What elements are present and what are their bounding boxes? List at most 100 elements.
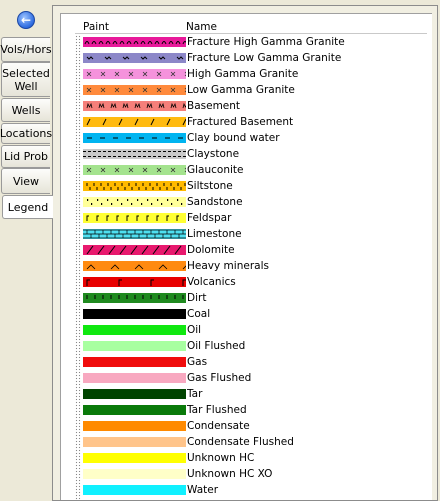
legend-row[interactable]: High Gamma Granite — [83, 67, 423, 83]
legend-row[interactable]: Coal — [83, 307, 423, 323]
paint-swatch[interactable] — [83, 357, 186, 367]
legend-row[interactable]: Fracture Low Gamma Granite — [83, 51, 423, 67]
paint-swatch[interactable] — [83, 117, 186, 127]
tab-legend[interactable]: Legend — [2, 195, 53, 219]
paint-swatch[interactable] — [83, 341, 186, 351]
legend-item-name: Siltstone — [187, 180, 233, 192]
legend-item-name: Heavy minerals — [187, 260, 269, 272]
legend-row[interactable]: Gas — [83, 355, 423, 371]
paint-swatch[interactable] — [83, 453, 186, 463]
legend-row[interactable]: Gas Flushed — [83, 371, 423, 387]
legend-row[interactable]: Fracture High Gamma Granite — [83, 35, 423, 51]
paint-swatch[interactable] — [83, 469, 186, 479]
legend-item-name: Dirt — [187, 292, 207, 304]
legend-item-name: Tar Flushed — [187, 404, 247, 416]
legend-item-name: Oil — [187, 324, 202, 336]
paint-swatch[interactable] — [83, 437, 186, 447]
legend-header: Paint Name — [61, 14, 432, 34]
legend-row[interactable]: Claystone — [83, 147, 423, 163]
paint-swatch[interactable] — [83, 405, 186, 415]
paint-swatch[interactable] — [83, 69, 186, 79]
legend-row[interactable]: Sandstone — [83, 195, 423, 211]
paint-swatch[interactable] — [83, 197, 186, 207]
legend-row[interactable]: Basement — [83, 99, 423, 115]
legend-row[interactable]: Siltstone — [83, 179, 423, 195]
legend-panel: Paint Name Fracture High Gamma Granite Fr… — [52, 5, 438, 501]
paint-swatch[interactable] — [83, 373, 186, 383]
legend-item-name: Unknown HC XO — [187, 468, 273, 480]
legend-item-name: Condensate — [187, 420, 250, 432]
legend-item-name: Sandstone — [187, 196, 243, 208]
paint-swatch[interactable] — [83, 165, 186, 175]
paint-swatch[interactable] — [83, 485, 186, 495]
paint-swatch[interactable] — [83, 213, 186, 223]
sidebar: ← Vols/Hors Selected Well Wells Locations Li… — [0, 0, 53, 501]
paint-swatch[interactable] — [83, 37, 186, 47]
legend-item-name: Low Gamma Granite — [187, 84, 295, 96]
legend-row[interactable]: Condensate Flushed — [83, 435, 423, 451]
paint-swatch[interactable] — [83, 149, 186, 159]
tab-lid-prob[interactable]: Lid Prob — [1, 145, 50, 168]
paint-column-header: Paint — [83, 21, 109, 33]
paint-swatch[interactable] — [83, 53, 186, 63]
paint-swatch[interactable] — [83, 325, 186, 335]
tab-selected-well[interactable]: Selected Well — [1, 62, 50, 97]
paint-swatch[interactable] — [83, 277, 186, 287]
legend-item-name: Glauconite — [187, 164, 244, 176]
legend-item-name: Basement — [187, 100, 241, 112]
paint-swatch[interactable] — [83, 245, 186, 255]
paint-swatch[interactable] — [83, 309, 186, 319]
legend-item-name: Fracture Low Gamma Granite — [187, 52, 342, 64]
legend-item-name: Gas — [187, 356, 208, 368]
paint-swatch[interactable] — [83, 101, 186, 111]
legend-item-name: Oil Flushed — [187, 340, 246, 352]
legend-item-name: Coal — [187, 308, 211, 320]
legend-item-name: Tar — [187, 388, 203, 400]
paint-swatch[interactable] — [83, 261, 186, 271]
legend-item-name: Claystone — [187, 148, 240, 160]
legend-item-name: Feldspar — [187, 212, 232, 224]
header-divider — [75, 33, 427, 34]
legend-item-name: Dolomite — [187, 244, 235, 256]
paint-swatch[interactable] — [83, 85, 186, 95]
legend-list[interactable]: Paint Name Fracture High Gamma Granite Fr… — [60, 13, 432, 500]
legend-row[interactable]: Heavy minerals — [83, 259, 423, 275]
paint-swatch[interactable] — [83, 229, 186, 239]
tab-view[interactable]: View — [1, 168, 50, 194]
legend-row[interactable]: Condensate — [83, 419, 423, 435]
legend-row[interactable]: Volcanics — [83, 275, 423, 291]
paint-swatch[interactable] — [83, 181, 186, 191]
legend-item-name: Condensate Flushed — [187, 436, 294, 448]
tab-vols-hors[interactable]: Vols/Hors — [0, 37, 52, 62]
name-column-header: Name — [186, 21, 217, 33]
legend-row[interactable]: Dolomite — [83, 243, 423, 259]
legend-row[interactable]: Unknown HC — [83, 451, 423, 467]
paint-swatch[interactable] — [83, 133, 186, 143]
tab-locations[interactable]: Locations — [0, 123, 52, 144]
legend-row[interactable]: Tar — [83, 387, 423, 403]
legend-row[interactable]: Oil Flushed — [83, 339, 423, 355]
legend-item-name: Fractured Basement — [187, 116, 294, 128]
legend-row[interactable]: Fractured Basement — [83, 115, 423, 131]
paint-swatch[interactable] — [83, 293, 186, 303]
legend-item-name: Clay bound water — [187, 132, 280, 144]
tab-wells[interactable]: Wells — [1, 98, 50, 122]
legend-row[interactable]: Unknown HC XO — [83, 467, 423, 483]
legend-item-name: Limestone — [187, 228, 242, 240]
legend-row[interactable]: Oil — [83, 323, 423, 339]
paint-swatch[interactable] — [83, 421, 186, 431]
legend-row[interactable]: Limestone — [83, 227, 423, 243]
legend-row[interactable]: Water — [83, 483, 423, 499]
back-arrow-icon[interactable]: ← — [17, 11, 35, 29]
legend-row[interactable]: Glauconite — [83, 163, 423, 179]
legend-row[interactable]: Low Gamma Granite — [83, 83, 423, 99]
tree-dotted-line — [75, 35, 81, 500]
legend-row[interactable]: Clay bound water — [83, 131, 423, 147]
paint-swatch[interactable] — [83, 389, 186, 399]
legend-row[interactable]: Dirt — [83, 291, 423, 307]
legend-item-name: Volcanics — [187, 276, 236, 288]
legend-item-name: Unknown HC — [187, 452, 255, 464]
legend-row[interactable]: Tar Flushed — [83, 403, 423, 419]
legend-row[interactable]: Feldspar — [83, 211, 423, 227]
legend-item-name: Water — [187, 484, 219, 496]
